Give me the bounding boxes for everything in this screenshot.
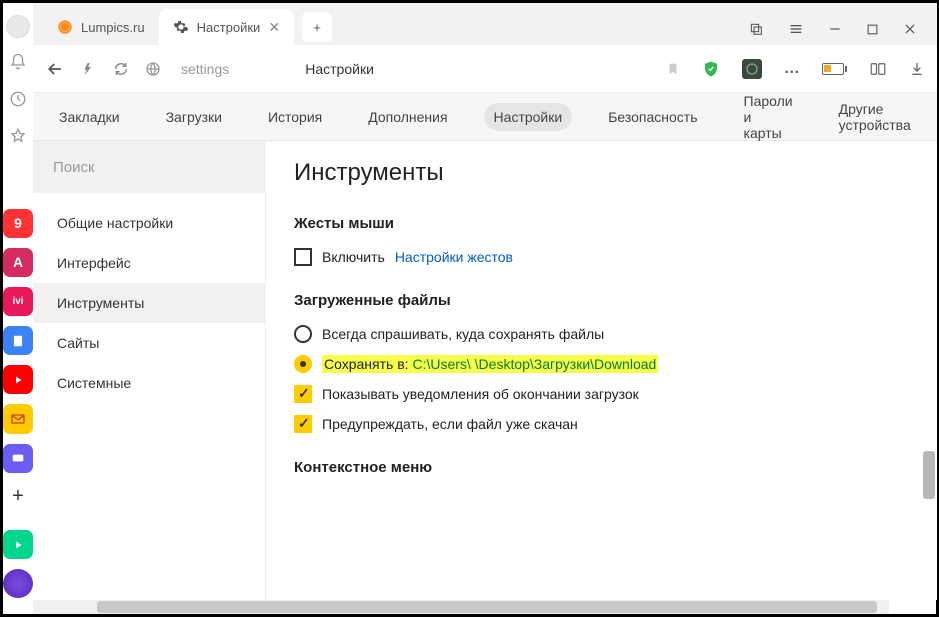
sidebar-item-general[interactable]: Общие настройки — [33, 203, 265, 243]
ivi-app-icon[interactable]: ivi — [3, 287, 33, 316]
save-path-link[interactable]: C:\Users\ \Desktop\Загрузки\Download — [412, 356, 656, 372]
nav-bookmarks[interactable]: Закладки — [49, 103, 130, 131]
maximize-icon[interactable] — [866, 23, 879, 36]
nav-history[interactable]: История — [258, 103, 332, 131]
tab-label: Настройки — [197, 20, 261, 35]
always-ask-label: Всегда спрашивать, куда сохранять файлы — [322, 326, 604, 342]
enable-gestures-label: Включить — [322, 249, 385, 265]
tab-label: Lumpics.ru — [81, 20, 145, 35]
wallet-app-icon[interactable] — [3, 444, 33, 473]
enable-gestures-checkbox[interactable] — [294, 248, 312, 266]
sidebar-toggle-icon[interactable] — [869, 60, 887, 78]
vertical-scrollbar[interactable] — [923, 451, 935, 499]
yandex-app-icon[interactable]: 9 — [3, 209, 33, 238]
bookmark-icon[interactable] — [666, 62, 680, 76]
add-app-icon[interactable]: + — [4, 483, 32, 510]
window-ontop-icon[interactable] — [748, 21, 764, 37]
gesture-settings-link[interactable]: Настройки жестов — [395, 249, 513, 265]
page-title: Настройки — [305, 61, 374, 77]
url-text[interactable]: settings — [181, 61, 229, 77]
new-tab-button[interactable]: + — [302, 12, 332, 42]
warn-label: Предупреждать, если файл уже скачан — [322, 416, 578, 432]
section-mouse-title: Жесты мыши — [294, 215, 909, 232]
tab-bar: Lumpics.ru Настройки ✕ + — [33, 3, 937, 45]
nav-devices[interactable]: Другие устройства — [829, 95, 921, 139]
app-sidebar: 9 A ivi + — [0, 3, 33, 614]
more-icon[interactable]: … — [784, 60, 800, 78]
sidebar-item-tools[interactable]: Инструменты — [33, 283, 265, 323]
sidebar-item-sites[interactable]: Сайты — [33, 323, 265, 363]
nav-security[interactable]: Безопасность — [598, 103, 707, 131]
settings-nav: Закладки Загрузки История Дополнения Нас… — [33, 93, 937, 141]
gear-icon — [173, 19, 189, 35]
alice-app-icon[interactable] — [3, 569, 33, 598]
youtube-app-icon[interactable] — [3, 365, 33, 394]
horizontal-scrollbar[interactable] — [33, 600, 889, 614]
settings-panel: Инструменты Жесты мыши Включить Настройк… — [265, 141, 937, 600]
address-bar: settings Настройки … — [33, 45, 937, 93]
user-avatar-icon[interactable] — [6, 15, 30, 38]
content-area: Поиск Общие настройки Интерфейс Инструме… — [33, 141, 937, 600]
always-ask-radio[interactable] — [294, 325, 312, 343]
clock-icon[interactable] — [4, 86, 32, 113]
docs-app-icon[interactable] — [3, 326, 33, 355]
panel-heading: Инструменты — [294, 159, 909, 187]
nav-settings[interactable]: Настройки — [484, 103, 573, 131]
section-context-title: Контекстное меню — [294, 459, 909, 476]
close-tab-icon[interactable]: ✕ — [268, 19, 280, 36]
media-app-icon[interactable] — [3, 530, 33, 559]
nav-passwords[interactable]: Пароли и карты — [734, 87, 803, 147]
translate-app-icon[interactable]: A — [3, 248, 33, 277]
settings-sidebar: Поиск Общие настройки Интерфейс Инструме… — [33, 141, 265, 600]
save-to-radio[interactable] — [294, 355, 312, 373]
battery-icon[interactable] — [822, 63, 847, 75]
back-icon[interactable] — [45, 59, 65, 79]
bell-icon[interactable] — [4, 48, 32, 75]
save-to-label: Сохранять в: C:\Users\ \Desktop\Загрузки… — [322, 355, 658, 373]
extension-icon[interactable] — [742, 59, 762, 79]
site-lock-icon[interactable] — [145, 61, 161, 77]
close-window-icon[interactable] — [903, 22, 917, 36]
star-icon[interactable] — [4, 123, 32, 150]
browser-tab-active[interactable]: Настройки ✕ — [159, 9, 294, 45]
nav-downloads[interactable]: Загрузки — [156, 103, 232, 131]
reload-icon[interactable] — [113, 61, 129, 77]
sidebar-item-system[interactable]: Системные — [33, 363, 265, 403]
sidebar-item-interface[interactable]: Интерфейс — [33, 243, 265, 283]
warn-checkbox[interactable] — [294, 415, 312, 433]
minimize-icon[interactable] — [828, 22, 842, 36]
nav-addons[interactable]: Дополнения — [358, 103, 457, 131]
notify-checkbox[interactable] — [294, 385, 312, 403]
browser-tab[interactable]: Lumpics.ru — [43, 9, 159, 45]
downloads-icon[interactable] — [909, 61, 925, 77]
yandex-home-icon[interactable] — [81, 61, 97, 77]
menu-icon[interactable] — [788, 21, 804, 37]
protect-shield-icon[interactable] — [702, 60, 720, 78]
mail-app-icon[interactable] — [3, 404, 33, 433]
search-input[interactable]: Поиск — [33, 141, 265, 193]
orange-favicon-icon — [57, 19, 73, 35]
notify-label: Показывать уведомления об окончании загр… — [322, 386, 639, 402]
section-downloads-title: Загруженные файлы — [294, 292, 909, 309]
